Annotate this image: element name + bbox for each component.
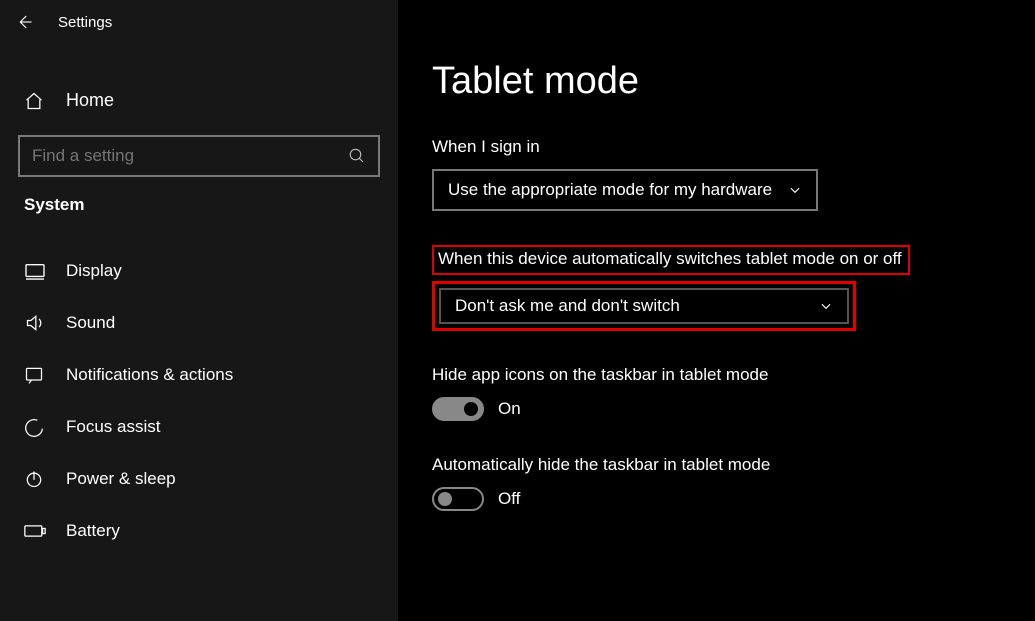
main: Tablet mode When I sign in Use the appro… [398,0,1035,621]
sidebar-item-label: Display [66,261,122,281]
hide-icons-value: On [498,399,521,419]
focus-icon [24,417,46,437]
home-label: Home [66,90,114,111]
battery-icon [24,524,46,538]
signin-combo[interactable]: Use the appropriate mode for my hardware [432,169,818,211]
sidebar: Settings Home System Display Sound [0,0,398,621]
hide-icons-toggle[interactable] [432,397,484,421]
switch-value: Don't ask me and don't switch [455,296,680,316]
chevron-down-icon [788,183,802,197]
switch-combo[interactable]: Don't ask me and don't switch [439,288,849,324]
hide-taskbar-toggle[interactable] [432,487,484,511]
sound-icon [24,313,46,333]
hide-taskbar-value: Off [498,489,520,509]
category-label: System [0,177,398,219]
sidebar-item-label: Sound [66,313,115,333]
search-container [18,135,380,177]
setting-switch: When this device automatically switches … [432,245,1035,331]
back-icon[interactable] [14,12,34,32]
signin-label: When I sign in [432,137,1035,157]
display-icon [24,262,46,280]
sidebar-item-battery[interactable]: Battery [0,505,398,557]
search-input[interactable] [18,135,380,177]
sidebar-item-notifications[interactable]: Notifications & actions [0,349,398,401]
setting-hide-icons: Hide app icons on the taskbar in tablet … [432,365,1035,421]
header: Settings [0,0,398,42]
hide-icons-label: Hide app icons on the taskbar in tablet … [432,365,1035,385]
notifications-icon [24,365,46,385]
sidebar-item-focus[interactable]: Focus assist [0,401,398,453]
switch-label: When this device automatically switches … [432,245,910,275]
sidebar-item-display[interactable]: Display [0,245,398,297]
sidebar-item-sound[interactable]: Sound [0,297,398,349]
search-icon [348,147,366,165]
power-icon [24,469,46,489]
sidebar-item-power[interactable]: Power & sleep [0,453,398,505]
sidebar-item-label: Power & sleep [66,469,176,489]
hide-taskbar-label: Automatically hide the taskbar in tablet… [432,455,1035,475]
settings-title: Settings [58,14,112,31]
switch-combo-highlight: Don't ask me and don't switch [432,281,856,331]
home-icon [24,91,46,111]
sidebar-item-label: Notifications & actions [66,365,233,385]
sidebar-item-label: Focus assist [66,417,160,437]
chevron-down-icon [819,299,833,313]
sidebar-item-home[interactable]: Home [0,80,398,121]
setting-signin: When I sign in Use the appropriate mode … [432,137,1035,211]
signin-value: Use the appropriate mode for my hardware [448,180,772,200]
page-title: Tablet mode [432,60,1035,103]
nav: Display Sound Notifications & actions Fo… [0,245,398,557]
sidebar-item-label: Battery [66,521,120,541]
setting-hide-taskbar: Automatically hide the taskbar in tablet… [432,455,1035,511]
